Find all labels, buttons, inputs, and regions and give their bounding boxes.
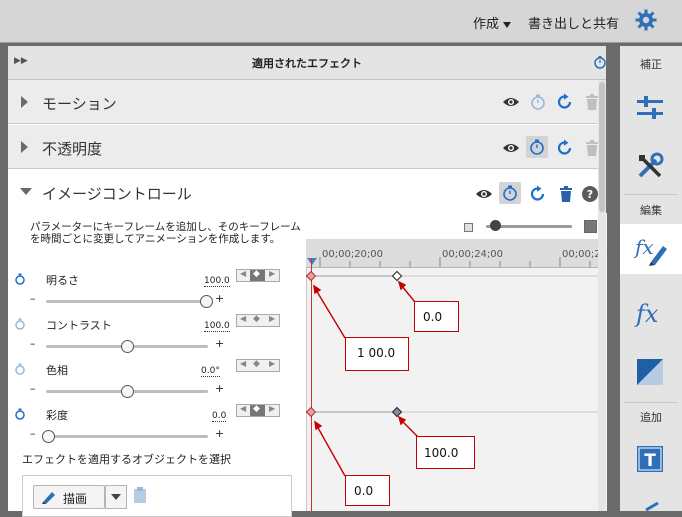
- annotation-value: 1 00.0: [357, 346, 396, 360]
- annotation-value: 0.0: [423, 310, 443, 324]
- annotation-value: 100.0: [424, 446, 459, 460]
- annotation-callout: 0.0: [345, 475, 390, 506]
- annotation-arrows: [313, 280, 419, 477]
- annotation-callout: 1 00.0: [345, 337, 409, 371]
- annotation-callout: 0.0: [414, 301, 459, 332]
- annotation-value: 0.0: [354, 484, 374, 498]
- annotation-callout: 100.0: [416, 436, 475, 469]
